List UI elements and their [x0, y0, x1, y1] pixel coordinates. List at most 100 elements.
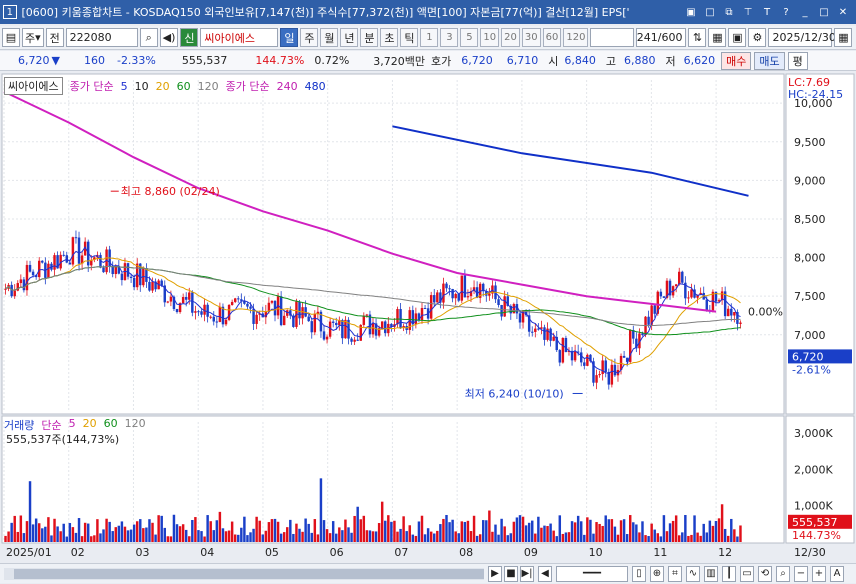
layout-tools-icon[interactable]: ⌗ — [668, 565, 682, 582]
volume-bar — [154, 534, 157, 542]
step-30[interactable]: 30 — [521, 28, 541, 47]
eval-button[interactable]: 평 — [787, 51, 808, 70]
minimize-icon[interactable]: _ — [798, 5, 812, 19]
indicator-icon[interactable]: ∿ — [686, 565, 700, 582]
help-icon[interactable]: ? — [779, 5, 793, 19]
zoom-in-icon[interactable]: + — [812, 565, 826, 582]
layout-icon[interactable]: ▤ — [2, 28, 20, 47]
step-custom-input[interactable] — [590, 28, 635, 47]
candle-body — [175, 309, 179, 313]
text-icon[interactable]: T — [760, 5, 774, 19]
volume-bar — [604, 515, 607, 542]
floppy-icon[interactable]: ▣ — [728, 28, 747, 47]
price-chart-svg[interactable]: 10,0009,5009,0008,5008,0007,5007,000LC:7… — [0, 72, 856, 562]
volume-bar — [163, 527, 166, 542]
step-3[interactable]: 3 — [440, 28, 459, 47]
date-input[interactable]: 2025/12/30 — [768, 28, 836, 47]
search-icon[interactable]: ⌕ — [139, 28, 158, 47]
volume-bar — [500, 518, 503, 542]
chart-scrollbar[interactable]: ▶ ■ ▶| ◀ ━━━ ▯ ⊕ ⌗ ∿ ▥ ┃ ▭ ⟲ ⌕ − + A — [0, 563, 856, 583]
speaker-icon[interactable]: ◀) — [159, 28, 179, 47]
volume-bar — [448, 522, 451, 542]
reset-icon[interactable]: ⟲ — [758, 565, 772, 582]
legend-ma120: 120 — [197, 79, 219, 93]
grid-icon[interactable]: ▦ — [708, 28, 727, 47]
volume-bar — [739, 525, 742, 542]
volume-bar — [353, 515, 356, 542]
zoom-out-icon[interactable]: − — [794, 565, 808, 582]
candle-body — [512, 304, 516, 314]
maximize-icon[interactable]: □ — [817, 5, 831, 19]
volume-bar — [702, 523, 705, 542]
period-week[interactable]: 주 — [300, 28, 319, 47]
period-month[interactable]: 월 — [320, 28, 339, 47]
close-icon[interactable]: ✕ — [836, 5, 850, 19]
candle-body — [10, 284, 13, 297]
pin-icon[interactable]: ⊤ — [741, 5, 755, 19]
volume-bar — [96, 519, 99, 542]
market-select[interactable]: 주 ▾ — [22, 28, 44, 47]
scroll-thumb[interactable] — [14, 568, 484, 579]
x-axis-label: 11 — [653, 546, 667, 559]
buy-button[interactable]: 매수 — [721, 51, 752, 70]
candle-body — [457, 293, 460, 301]
candle-body — [690, 289, 693, 298]
candle-body — [71, 237, 75, 265]
step-10[interactable]: 10 — [480, 28, 500, 47]
volume-bar — [561, 533, 565, 542]
current-price: 6,720 — [18, 54, 50, 67]
price-change: 160 — [83, 54, 105, 67]
compare-icon[interactable]: ⇅ — [688, 28, 707, 47]
chart-type-icon[interactable]: ▯ — [632, 565, 646, 582]
settings-icon[interactable]: ⚙ — [748, 28, 767, 47]
period-tick[interactable]: 틱 — [400, 28, 419, 47]
stock-code-input[interactable]: 222080 — [65, 28, 138, 47]
period-second[interactable]: 초 — [380, 28, 399, 47]
volume-bar — [267, 522, 271, 542]
sell-button[interactable]: 매도 — [754, 51, 785, 70]
step-120[interactable]: 120 — [563, 28, 589, 47]
frame-icon[interactable]: ▭ — [740, 565, 754, 582]
count-input[interactable]: 241/600 — [636, 28, 687, 47]
step-5[interactable]: 5 — [460, 28, 479, 47]
volume-bar — [31, 524, 35, 542]
candle-body — [677, 271, 681, 285]
candle-body — [111, 266, 114, 275]
period-minute[interactable]: 분 — [360, 28, 379, 47]
magnify-icon[interactable]: ⌕ — [776, 565, 790, 582]
stop-icon[interactable]: ■ — [504, 565, 518, 582]
chart-area[interactable]: 10,000 9,500 9,000 8,500 8,000 7,500 7,000 LC:7… — [0, 72, 856, 572]
candle-body — [184, 296, 188, 300]
scroll-track[interactable] — [4, 567, 484, 580]
candle-body — [739, 322, 742, 324]
drawing-icon[interactable]: ⊕ — [650, 565, 664, 582]
volume-bar — [558, 515, 562, 542]
link-icon[interactable]: ⧉ — [722, 5, 736, 19]
candle-body — [420, 308, 424, 321]
step-play-icon[interactable]: ▶| — [520, 565, 534, 582]
calendar-icon[interactable]: ▦ — [834, 28, 853, 47]
candle-body — [488, 293, 491, 296]
step-back-icon[interactable]: ◀ — [538, 565, 552, 582]
volume-bar — [573, 522, 577, 542]
font-size-icon[interactable]: A — [830, 565, 844, 582]
step-20[interactable]: 20 — [501, 28, 520, 47]
period-year[interactable]: 년 — [340, 28, 359, 47]
volume-bar — [41, 528, 44, 542]
save-icon[interactable]: ▣ — [684, 5, 698, 19]
candle-tool-icon[interactable]: ┃ — [722, 565, 736, 582]
volume-bar — [497, 534, 500, 542]
window-icon[interactable]: □ — [703, 5, 717, 19]
scroll-right-icon[interactable]: ▶ — [488, 565, 502, 582]
volume-bar — [328, 533, 332, 542]
period-day[interactable]: 일 — [280, 28, 299, 47]
volume-tool-icon[interactable]: ▥ — [704, 565, 718, 582]
volume-bar — [93, 535, 96, 542]
step-60[interactable]: 60 — [542, 28, 562, 47]
volume-bar — [433, 533, 436, 542]
volume-bar — [423, 534, 427, 542]
prev-button[interactable]: 전 — [45, 28, 64, 47]
volume-bar — [289, 519, 292, 542]
step-1[interactable]: 1 — [420, 28, 439, 47]
zoom-slider[interactable]: ━━━ — [556, 565, 628, 582]
